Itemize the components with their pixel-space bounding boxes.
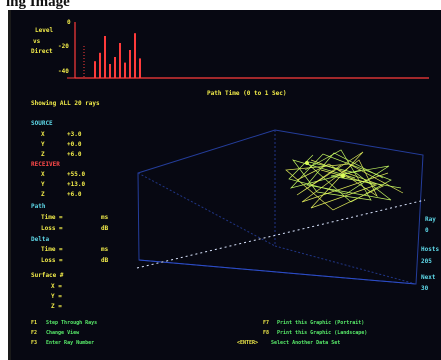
source-header: SOURCE	[31, 120, 53, 127]
vs-label: vs	[33, 38, 41, 45]
f8-action[interactable]: Print this Graphic (Landscape)	[277, 330, 367, 337]
receiver-x-label: X	[41, 171, 45, 178]
surface-y-label: Y =	[51, 293, 62, 300]
surface-header: Surface #	[31, 272, 64, 279]
screenshot-frame: ing Image Level vs Direct 0 -20 -40 Show…	[0, 0, 441, 360]
receiver-y-label: Y	[41, 181, 45, 188]
f2-action[interactable]: Change View	[46, 330, 79, 337]
f8-key: F8	[263, 330, 270, 336]
path-time-label: Time =	[41, 214, 63, 221]
path-loss-label: Loss =	[41, 225, 63, 232]
hosts-label: Hosts	[421, 246, 440, 253]
source-z-label: Z	[41, 151, 45, 158]
room-back-floor-left	[137, 172, 276, 247]
receiver-z-value: +6.0	[67, 191, 82, 198]
rays-showing: Showing ALL 20 rays	[31, 100, 100, 107]
view-ray-line	[136, 199, 426, 269]
tick-minus40: -40	[58, 68, 69, 75]
source-point	[305, 161, 309, 165]
f7-action[interactable]: Print this Graphic (Portrait)	[277, 320, 364, 327]
source-x-value: +3.0	[67, 131, 82, 138]
path-header: Path	[31, 203, 46, 210]
tick-minus20: -20	[58, 43, 69, 50]
receiver-z-label: Z	[41, 191, 45, 198]
receiver-header: RECEIVER	[31, 161, 60, 168]
source-y-value: +0.0	[67, 141, 82, 148]
delta-header: Delta	[31, 236, 50, 243]
f1-action[interactable]: Step Through Rays	[46, 320, 97, 327]
f1-key: F1	[31, 320, 38, 326]
delta-loss-label: Loss =	[41, 257, 63, 264]
receiver-point	[341, 174, 345, 178]
f3-action[interactable]: Enter Ray Number	[46, 340, 94, 347]
hosts-value: 205	[421, 258, 432, 265]
surface-z-label: Z =	[51, 303, 62, 310]
room-floor-front	[138, 259, 312, 276]
next-value: 30	[421, 285, 429, 292]
f7-key: F7	[263, 320, 270, 326]
source-x-label: X	[41, 131, 45, 138]
path-time-value: ms	[101, 214, 109, 221]
surface-x-label: X =	[51, 283, 62, 290]
f2-key: F2	[31, 330, 38, 336]
receiver-x-value: +55.0	[67, 171, 86, 178]
level-label: Level	[35, 27, 54, 34]
enter-key: <ENTER>	[237, 340, 259, 346]
receiver-y-value: +13.0	[67, 181, 86, 188]
f3-key: F3	[31, 340, 38, 346]
path-loss-value: dB	[101, 225, 109, 232]
impulse-response	[94, 33, 141, 78]
room-outline	[137, 129, 424, 285]
source-z-value: +6.0	[67, 151, 82, 158]
next-label: Next	[421, 274, 436, 281]
delta-time-value: ms	[101, 246, 109, 253]
ray-label: Ray	[425, 216, 436, 223]
ray-value: 0	[425, 227, 429, 234]
enter-action[interactable]: Select Another Data Set	[271, 340, 340, 347]
source-y-label: Y	[41, 141, 45, 148]
ray-tracing-display: Level vs Direct 0 -20 -40 Showing ALL 20…	[8, 10, 441, 360]
ray-paths	[285, 149, 404, 211]
delta-time-label: Time =	[41, 246, 63, 253]
path-time-title: Path Time (0 to 1 Sec)	[207, 90, 287, 97]
direct-label: Direct	[31, 48, 53, 55]
tick-zero: 0	[67, 19, 71, 26]
delta-loss-value: dB	[101, 257, 109, 264]
